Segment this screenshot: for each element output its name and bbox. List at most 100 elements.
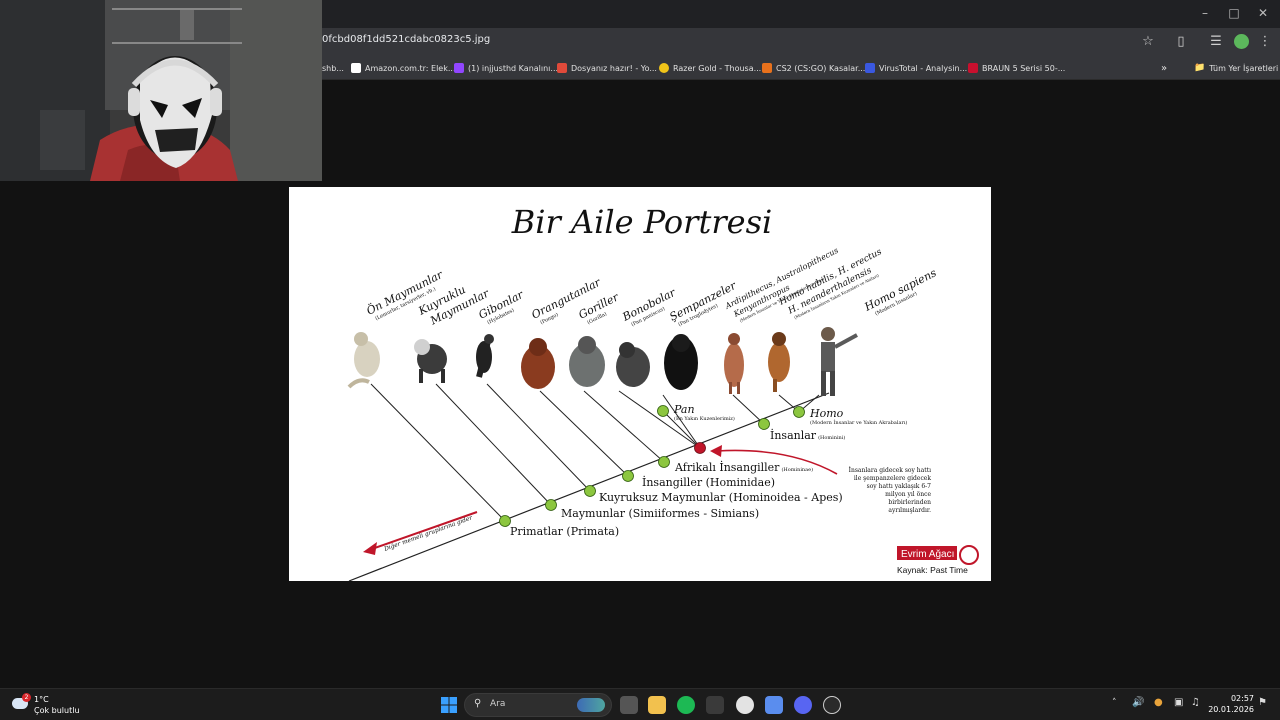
url-text[interactable]: 0fcbd08f1dd521cdabc0823c5.jpg [322,34,490,45]
primate-family-tree: Bir Aile Portresi Ön Maymunlar (Lemurlar… [347,203,979,581]
bookmark-item[interactable]: VirusTotal - Analysin... [865,61,967,75]
taskbar: 2 1°C Çok bulutlu ⚲ Ara ˄ 🔊 ● ▣ ♫ 02:57 … [0,688,1280,720]
split-note: İnsanlara gidecek soy hattı ile şempanze… [849,467,932,514]
volume-icon[interactable]: ♫ [1191,697,1200,708]
source-credit: Kaynak: Past Time [897,565,968,575]
file-explorer-icon[interactable] [648,696,666,714]
label-homo-sub: (Modern İnsanlar ve Yakın Akrabaları) [810,419,907,426]
virustotal-icon [865,63,875,73]
minimize-button[interactable]: – [1190,4,1220,22]
extensions-icon[interactable]: ▯ [1172,33,1190,51]
weather-widget[interactable]: 2 1°C Çok bulutlu [12,692,92,718]
branch-line [486,383,591,492]
chevron-double-right-icon[interactable]: » [1161,61,1167,75]
bookmark-item[interactable]: shb... [322,61,344,75]
node-homo [793,406,805,418]
bookmark-item[interactable]: Dosyanız hazır! - Yo... [557,61,657,75]
brand-logo-icon [959,545,979,565]
amazon-icon [351,63,361,73]
profile-avatar[interactable] [1234,34,1249,49]
weather-desc: Çok bulutlu [34,706,80,715]
search-icon: ⚲ [474,698,482,709]
bookmark-item[interactable]: CS2 (CS:GO) Kasalar... [762,61,865,75]
node-hominidae [622,470,634,482]
steam-icon[interactable] [823,696,841,714]
svg-text:birbirlerinden: birbirlerinden [888,499,931,506]
orangutan-figure [521,338,555,389]
bonobo-figure [616,342,650,387]
node-pan [657,405,669,417]
bookmark-label: Razer Gold - Thousa... [673,63,762,73]
clock-time: 02:57 [1230,694,1254,703]
app-icon[interactable] [706,696,724,714]
search-placeholder: Ara [490,699,506,709]
bookmark-label: shb... [322,63,344,73]
chrome-icon[interactable] [736,696,754,714]
microphone-icon[interactable]: ● [1154,697,1163,708]
network-icon[interactable]: ▣ [1174,697,1183,708]
node-apes [584,485,596,497]
branch-line [732,394,765,425]
homo-erectus-figure [768,332,790,392]
evolution-image: Bir Aile Portresi Ön Maymunlar (Lemurlar… [289,187,991,581]
twitch-icon [454,63,464,73]
label-insangiller: İnsangiller (Hominidae) [642,475,775,489]
label-afrikali: Afrikalı İnsangiller (Homininae) [674,460,813,474]
clock-date: 20.01.2026 [1208,705,1254,714]
australopithecus-figure [724,333,744,394]
bookmark-label: BRAUN 5 Serisi 50-... [982,63,1066,73]
label-homo: Homo [809,407,844,420]
branch-line [583,390,665,463]
bookmark-label: VirusTotal - Analysin... [879,63,968,73]
bookmark-item[interactable]: Amazon.com.tr: Elek... [351,61,456,75]
windows-start-icon[interactable] [440,696,458,714]
node-hominini [758,418,770,430]
razer-gold-icon [659,63,669,73]
menu-icon[interactable]: ⋮ [1256,33,1274,51]
speaker-icon[interactable]: 🔊 [1132,697,1144,708]
figure-title: Bir Aile Portresi [511,203,772,241]
taskbar-search[interactable]: ⚲ Ara [464,693,612,717]
notification-icon[interactable]: ⚑ [1258,697,1267,708]
label-kuyruksuz: Kuyruksuz Maymunlar (Hominoidea - Apes) [599,491,843,504]
bookmark-item[interactable]: (1) injjusthd Kanalını... [454,61,558,75]
branch-line [435,383,552,506]
bookmark-label: Dosyanız hazır! - Yo... [571,63,657,73]
branch-line [539,390,629,477]
close-button[interactable]: ✕ [1248,4,1278,22]
all-bookmarks-folder[interactable]: 📁 Tüm Yer İşaretleri [1194,61,1278,75]
all-bookmarks-label: Tüm Yer İşaretleri [1209,63,1279,73]
gorilla-figure [569,336,605,387]
node-homininae [658,456,670,468]
label-insanlar: İnsanlar (Hominini) [770,428,845,442]
gibbon-figure [476,334,494,378]
svg-text:milyon yıl önce: milyon yıl önce [885,491,931,498]
webcam-overlay [0,0,322,181]
svg-text:Diğer memeli gruplarına gider: Diğer memeli gruplarına gider [382,514,474,553]
star-icon[interactable]: ☆ [1139,33,1157,51]
label-maymunlar: Maymunlar (Simiiformes - Simians) [561,507,759,520]
branch-line [370,383,506,522]
chimpanzee-figure [664,334,698,390]
app-icon[interactable] [765,696,783,714]
media-control-icon[interactable]: ☰ [1207,33,1225,51]
bookmark-item[interactable]: BRAUN 5 Serisi 50-... [968,61,1065,75]
node-split [694,442,706,454]
bookmark-item[interactable]: Razer Gold - Thousa... [659,61,761,75]
arrowhead-icon [710,445,722,457]
chevron-up-icon[interactable]: ˄ [1112,698,1117,708]
label-primatlar: Primatlar (Primata) [510,525,619,538]
spotify-icon[interactable] [677,696,695,714]
prosimian-figure [347,332,380,389]
svg-text:soy hattı yaklaşık 6-7: soy hattı yaklaşık 6-7 [867,483,932,490]
task-view-icon[interactable] [620,696,638,714]
system-clock[interactable]: 02:57 20.01.2026 [1208,693,1254,715]
homo-sapiens-figure [821,327,858,396]
weather-temp: 1°C [34,695,49,704]
folder-icon: 📁 [1194,63,1206,73]
webcam-feed [0,0,322,181]
maximize-button[interactable]: □ [1219,4,1249,22]
braun-icon [968,63,978,73]
svg-text:ayrılmışlardır.: ayrılmışlardır. [888,507,931,514]
discord-icon[interactable] [794,696,812,714]
